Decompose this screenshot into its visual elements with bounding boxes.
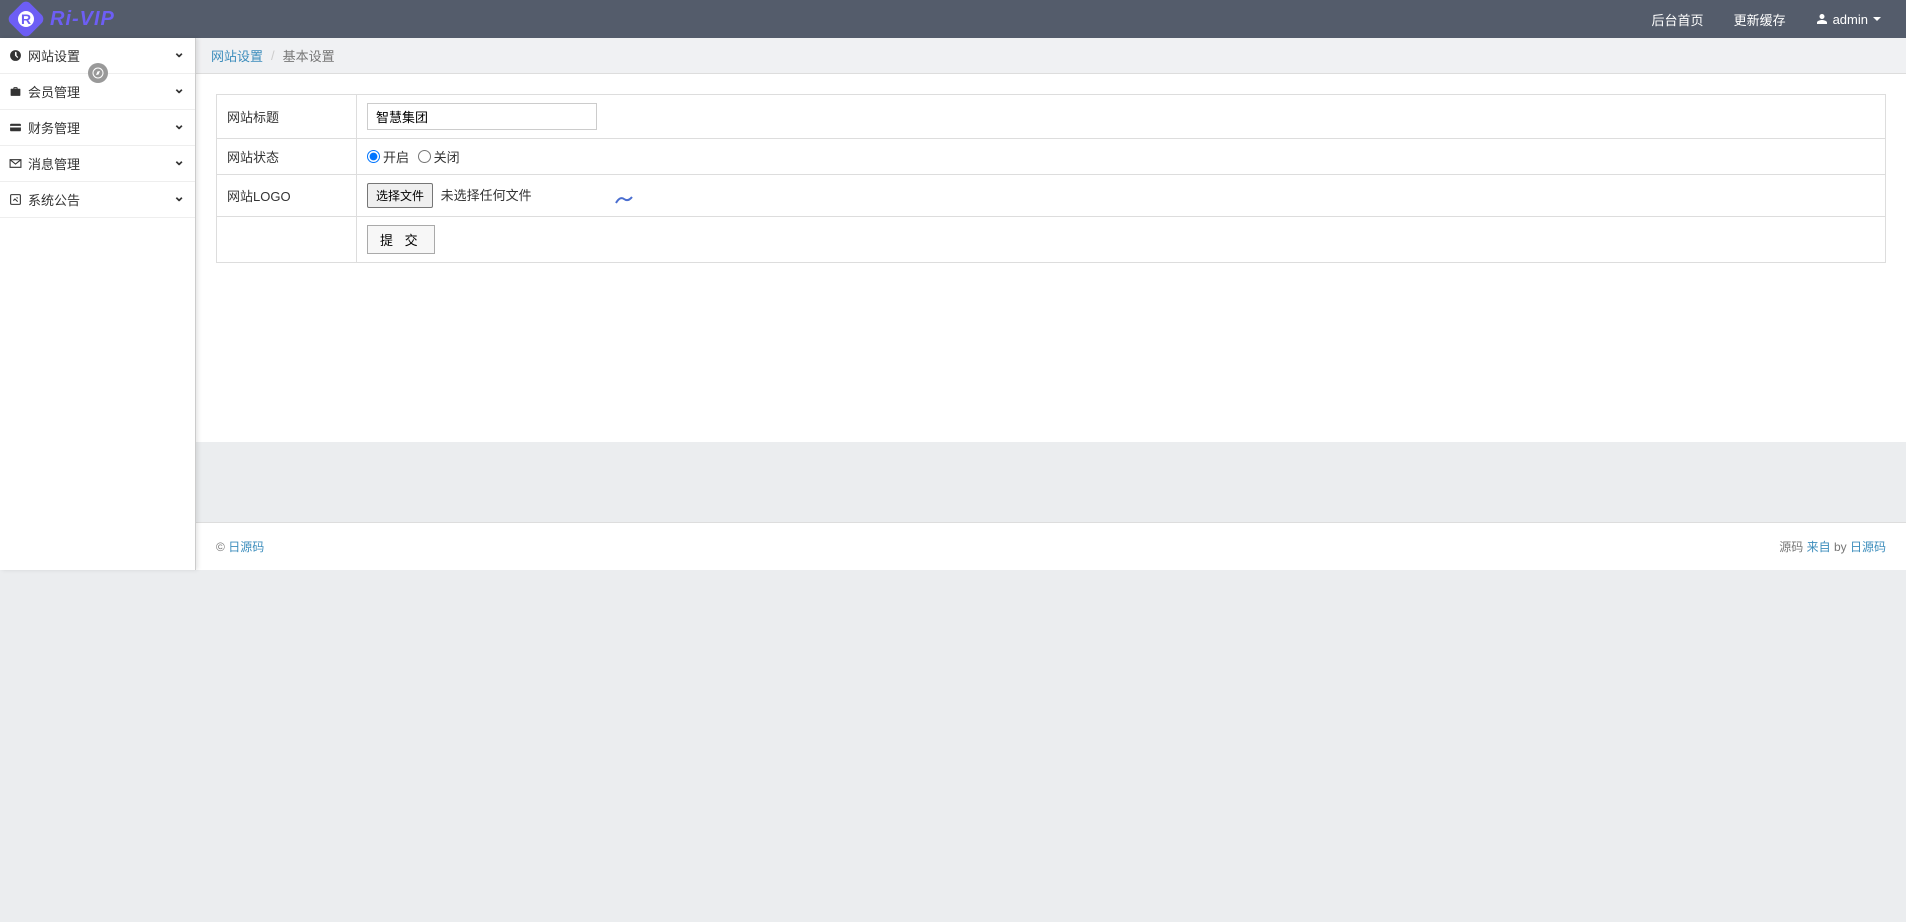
status-open-label: 开启 (383, 147, 409, 166)
footer-copyright-link[interactable]: 日源码 (228, 540, 264, 554)
sidebar-item-system-notice[interactable]: 系统公告 ⌄ (0, 182, 195, 218)
nav-user-dropdown[interactable]: admin (1801, 0, 1896, 38)
caret-down-icon (1873, 17, 1881, 21)
sidebar-item-message-mgmt[interactable]: 消息管理 ⌄ (0, 146, 195, 182)
form-row-title: 网站标题 (217, 95, 1886, 139)
chevron-down-icon: ⌄ (173, 152, 185, 169)
dashboard-icon (8, 49, 22, 63)
form-label-empty (217, 217, 357, 263)
sidebar-item-finance-mgmt[interactable]: 财务管理 ⌄ (0, 110, 195, 146)
nav-home-label: 后台首页 (1652, 10, 1704, 29)
status-open-radio-wrap[interactable]: 开启 (367, 147, 409, 166)
sidebar-item-member-mgmt[interactable]: 会员管理 ⌄ (0, 74, 195, 110)
sidebar-item-label: 消息管理 (28, 154, 80, 173)
breadcrumb-current: 基本设置 (283, 46, 335, 65)
sidebar-item-label: 网站设置 (28, 46, 80, 65)
form-label-site-title: 网站标题 (217, 95, 357, 139)
site-title-input[interactable] (367, 103, 597, 130)
form-label-site-logo: 网站LOGO (217, 175, 357, 217)
breadcrumb-separator: / (271, 48, 275, 63)
form-row-logo: 网站LOGO 选择文件 未选择任何文件 (217, 175, 1886, 217)
nav-user-label: admin (1833, 12, 1868, 27)
chevron-down-icon: ⌄ (173, 44, 185, 61)
footer-right: 源码 来自 by 日源码 (1779, 538, 1886, 555)
status-close-radio[interactable] (418, 150, 431, 163)
footer-link-riyuanma[interactable]: 日源码 (1850, 540, 1886, 554)
card-icon (8, 121, 22, 135)
status-open-radio[interactable] (367, 150, 380, 163)
footer-link-from[interactable]: 来自 (1807, 540, 1831, 554)
envelope-icon (8, 157, 22, 171)
breadcrumb-parent-link[interactable]: 网站设置 (211, 46, 263, 65)
footer-text-source: 源码 (1779, 540, 1803, 554)
content: 网站标题 网站状态 开启 关闭 (196, 74, 1906, 442)
logo-text: Ri-VIP (50, 8, 115, 31)
nav-refresh-cache-link[interactable]: 更新缓存 (1719, 0, 1801, 38)
nav-refresh-cache-label: 更新缓存 (1734, 10, 1786, 29)
edit-icon (8, 193, 22, 207)
footer: © 日源码 源码 来自 by 日源码 (196, 522, 1906, 570)
logo[interactable]: R Ri-VIP (10, 5, 115, 33)
status-close-radio-wrap[interactable]: 关闭 (418, 147, 460, 166)
briefcase-icon (8, 85, 22, 99)
settings-form-table: 网站标题 网站状态 开启 关闭 (216, 94, 1886, 263)
chevron-down-icon: ⌄ (173, 116, 185, 133)
logo-icon: R (6, 0, 46, 39)
chevron-down-icon: ⌄ (173, 188, 185, 205)
chevron-down-icon: ⌄ (173, 80, 185, 97)
sidebar-item-label: 会员管理 (28, 82, 80, 101)
main: 网站设置 / 基本设置 网站标题 网站状态 开启 (196, 38, 1906, 570)
user-icon (1816, 13, 1828, 25)
top-nav: R Ri-VIP 后台首页 更新缓存 admin (0, 0, 1906, 38)
file-status-text: 未选择任何文件 (441, 188, 532, 203)
submit-button[interactable]: 提 交 (367, 225, 435, 254)
form-label-site-status: 网站状态 (217, 139, 357, 175)
sidebar-item-label: 财务管理 (28, 118, 80, 137)
form-row-submit: 提 交 (217, 217, 1886, 263)
copyright-symbol: © (216, 540, 225, 554)
sidebar: 网站设置 ⌄ 会员管理 ⌄ 财务管理 ⌄ 消息管理 ⌄ (0, 38, 196, 570)
sidebar-item-label: 系统公告 (28, 190, 80, 209)
logo-preview-icon (615, 192, 633, 202)
nav-home-link[interactable]: 后台首页 (1637, 0, 1719, 38)
choose-file-button[interactable]: 选择文件 (367, 183, 433, 208)
status-close-label: 关闭 (434, 147, 460, 166)
breadcrumb: 网站设置 / 基本设置 (196, 38, 1906, 74)
footer-left: © 日源码 (216, 538, 264, 555)
form-row-status: 网站状态 开启 关闭 (217, 139, 1886, 175)
footer-text-by: by (1834, 540, 1847, 554)
